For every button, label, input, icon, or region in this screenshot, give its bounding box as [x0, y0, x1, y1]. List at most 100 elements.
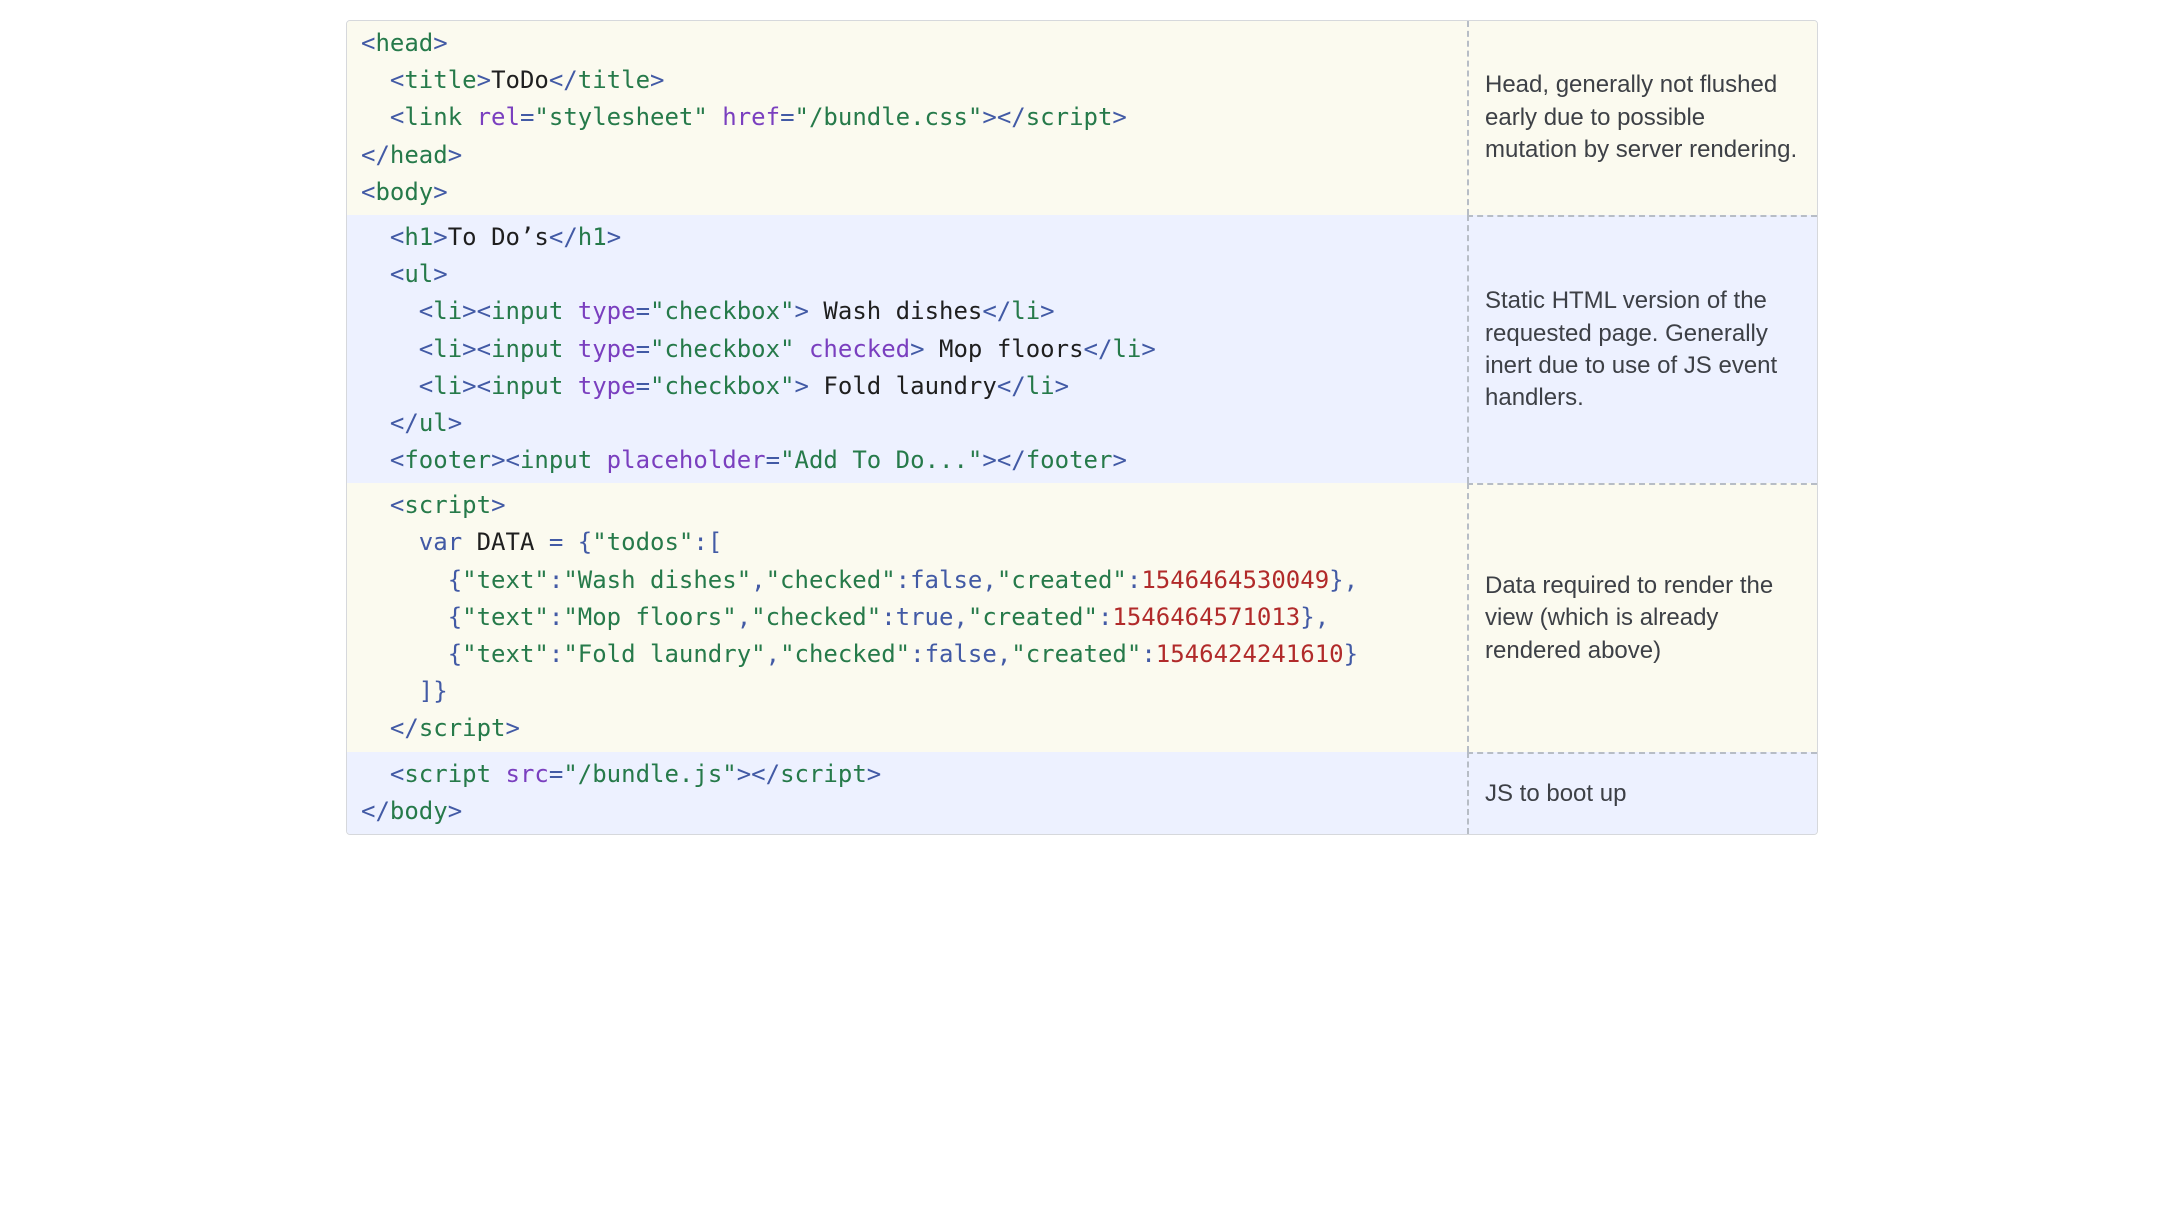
code-token: < — [390, 66, 404, 94]
code-token: < — [419, 335, 433, 363]
code-token: "text" — [462, 640, 549, 668]
code-token — [361, 760, 390, 788]
code-token: = — [780, 103, 794, 131]
code-token: 1546464530049 — [1141, 566, 1329, 594]
code-token: input — [491, 335, 563, 363]
code-token — [563, 297, 577, 325]
code-token: "Mop floors" — [563, 603, 736, 631]
code-token: > — [477, 66, 491, 94]
code-token: > — [982, 446, 996, 474]
code-token: body — [375, 178, 433, 206]
code-token: "checkbox" — [650, 372, 795, 400]
code-token: input — [491, 372, 563, 400]
annotation-note: Data required to render the view (which … — [1467, 483, 1817, 751]
code-token: : — [881, 603, 895, 631]
code-token — [563, 528, 577, 556]
code-row: <head> <title>ToDo</title> <link rel="st… — [347, 21, 1817, 215]
code-token: "created" — [997, 566, 1127, 594]
code-block: <script src="/bundle.js"></script> </bod… — [347, 752, 1467, 834]
code-token: li — [433, 335, 462, 363]
code-token — [361, 103, 390, 131]
code-token: > — [795, 297, 809, 325]
code-token: link — [404, 103, 462, 131]
code-token — [491, 760, 505, 788]
code-token: { — [448, 566, 462, 594]
code-token: script — [404, 491, 491, 519]
code-token: DATA — [462, 528, 549, 556]
code-token — [592, 446, 606, 474]
code-token: head — [375, 29, 433, 57]
code-token: h1 — [578, 223, 607, 251]
code-token: > — [462, 335, 476, 363]
code-token: > — [491, 446, 505, 474]
code-token — [462, 103, 476, 131]
code-token: title — [578, 66, 650, 94]
annotation-note: JS to boot up — [1467, 752, 1817, 834]
code-token: < — [419, 297, 433, 325]
code-token: "checkbox" — [650, 335, 795, 363]
code-token: > — [982, 103, 996, 131]
code-token: false — [910, 566, 982, 594]
code-token: > — [1112, 103, 1126, 131]
code-token: type — [578, 297, 636, 325]
code-token: input — [491, 297, 563, 325]
code-token — [361, 260, 390, 288]
code-token: < — [390, 260, 404, 288]
code-token: < — [477, 372, 491, 400]
code-token — [361, 714, 390, 742]
code-token: , — [751, 566, 765, 594]
code-token: "/bundle.js" — [563, 760, 736, 788]
code-token: ul — [404, 260, 433, 288]
code-token: < — [506, 446, 520, 474]
code-token: > — [462, 372, 476, 400]
code-block: <h1>To Do’s</h1> <ul> <li><input type="c… — [347, 215, 1467, 483]
code-token: "checked" — [780, 640, 910, 668]
code-token: : — [549, 603, 563, 631]
code-token: </ — [390, 409, 419, 437]
code-block: <script> var DATA = {"todos":[ {"text":"… — [347, 483, 1467, 751]
code-token: "Add To Do..." — [780, 446, 982, 474]
code-token: = — [549, 528, 563, 556]
code-token — [361, 677, 419, 705]
code-token: "text" — [462, 603, 549, 631]
code-token: var — [419, 528, 462, 556]
code-token: "checked" — [766, 566, 896, 594]
code-token: </ — [997, 372, 1026, 400]
code-token: > — [607, 223, 621, 251]
code-row: <h1>To Do’s</h1> <ul> <li><input type="c… — [347, 215, 1817, 483]
code-token: false — [925, 640, 997, 668]
code-token: </ — [361, 797, 390, 825]
code-token: : — [1141, 640, 1155, 668]
code-token — [361, 640, 448, 668]
code-token — [563, 335, 577, 363]
code-row: <script src="/bundle.js"></script> </bod… — [347, 752, 1817, 834]
code-token: li — [1026, 372, 1055, 400]
code-token: body — [390, 797, 448, 825]
code-token: type — [578, 335, 636, 363]
code-token: li — [1112, 335, 1141, 363]
code-token: title — [404, 66, 476, 94]
code-token: > — [448, 797, 462, 825]
code-token: href — [722, 103, 780, 131]
code-token: </ — [997, 446, 1026, 474]
code-token: ]} — [419, 677, 448, 705]
code-token: } — [1344, 640, 1358, 668]
code-token: "created" — [968, 603, 1098, 631]
code-token: ToDo — [491, 66, 549, 94]
code-token: placeholder — [607, 446, 766, 474]
code-token: < — [390, 103, 404, 131]
code-token: , — [982, 566, 996, 594]
code-token: }, — [1300, 603, 1329, 631]
code-token — [563, 372, 577, 400]
code-token — [361, 335, 419, 363]
code-token: }, — [1329, 566, 1358, 594]
code-token — [361, 528, 419, 556]
code-token: > — [737, 760, 751, 788]
annotation-note: Static HTML version of the requested pag… — [1467, 215, 1817, 483]
code-token: = — [549, 760, 563, 788]
code-block: <head> <title>ToDo</title> <link rel="st… — [347, 21, 1467, 215]
code-token: </ — [1084, 335, 1113, 363]
code-token: > — [1055, 372, 1069, 400]
code-token: > — [462, 297, 476, 325]
code-token: src — [506, 760, 549, 788]
